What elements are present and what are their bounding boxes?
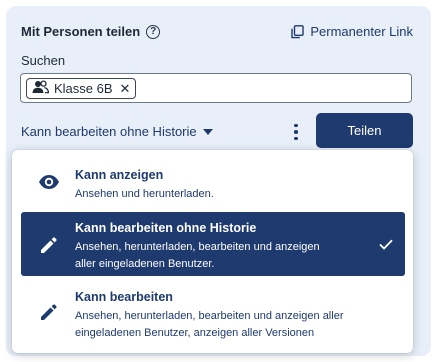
- panel-header: Mit Personen teilen ?: [21, 24, 161, 39]
- permanent-link-button[interactable]: Permanenter Link: [291, 24, 413, 39]
- pencil-icon: [38, 236, 60, 254]
- option-description: Ansehen, herunterladen, bearbeiten und a…: [75, 308, 343, 342]
- help-icon[interactable]: ?: [146, 24, 161, 39]
- checkmark-icon: [379, 237, 393, 255]
- recipient-chip[interactable]: Klasse 6B ✕: [26, 78, 137, 99]
- option-description: Ansehen und herunterladen.: [75, 188, 214, 200]
- eye-icon: [38, 174, 60, 192]
- option-description-line: eingeladenen Benutzer, anzeigen aller Ve…: [75, 327, 315, 339]
- more-options-icon[interactable]: [289, 121, 303, 143]
- share-button[interactable]: Teilen: [316, 113, 413, 148]
- option-can-edit-without-history[interactable]: Kann bearbeiten ohne Historie Ansehen, h…: [21, 212, 405, 276]
- option-description-line: Ansehen, herunterladen, bearbeiten und a…: [75, 310, 344, 322]
- option-description-line: aller eingeladenen Benutzer.: [75, 258, 215, 270]
- option-description-line: Ansehen, herunterladen, bearbeiten und a…: [75, 241, 320, 253]
- group-icon: [32, 80, 50, 97]
- permission-select-label: Kann bearbeiten ohne Historie: [21, 124, 197, 139]
- permission-select[interactable]: Kann bearbeiten ohne Historie: [21, 124, 213, 139]
- panel-title: Mit Personen teilen: [21, 24, 141, 39]
- search-input[interactable]: Klasse 6B ✕: [20, 73, 412, 103]
- remove-chip-icon[interactable]: ✕: [120, 81, 131, 97]
- option-description: Ansehen, herunterladen, bearbeiten und a…: [75, 239, 320, 273]
- chevron-down-icon: [202, 128, 213, 135]
- option-can-edit[interactable]: Kann bearbeiten Ansehen, herunterladen, …: [21, 281, 405, 345]
- permanent-link-label: Permanenter Link: [310, 24, 413, 39]
- pencil-icon: [38, 303, 60, 321]
- permission-dropdown: Kann anzeigen Ansehen und herunterladen.…: [12, 150, 413, 353]
- chip-label: Klasse 6B: [54, 81, 113, 96]
- search-label: Suchen: [21, 53, 66, 68]
- option-title: Kann anzeigen: [75, 168, 164, 182]
- option-can-view[interactable]: Kann anzeigen Ansehen und herunterladen.: [21, 159, 405, 209]
- copy-icon: [291, 24, 305, 39]
- option-title: Kann bearbeiten: [75, 290, 173, 304]
- option-title: Kann bearbeiten ohne Historie: [75, 221, 257, 235]
